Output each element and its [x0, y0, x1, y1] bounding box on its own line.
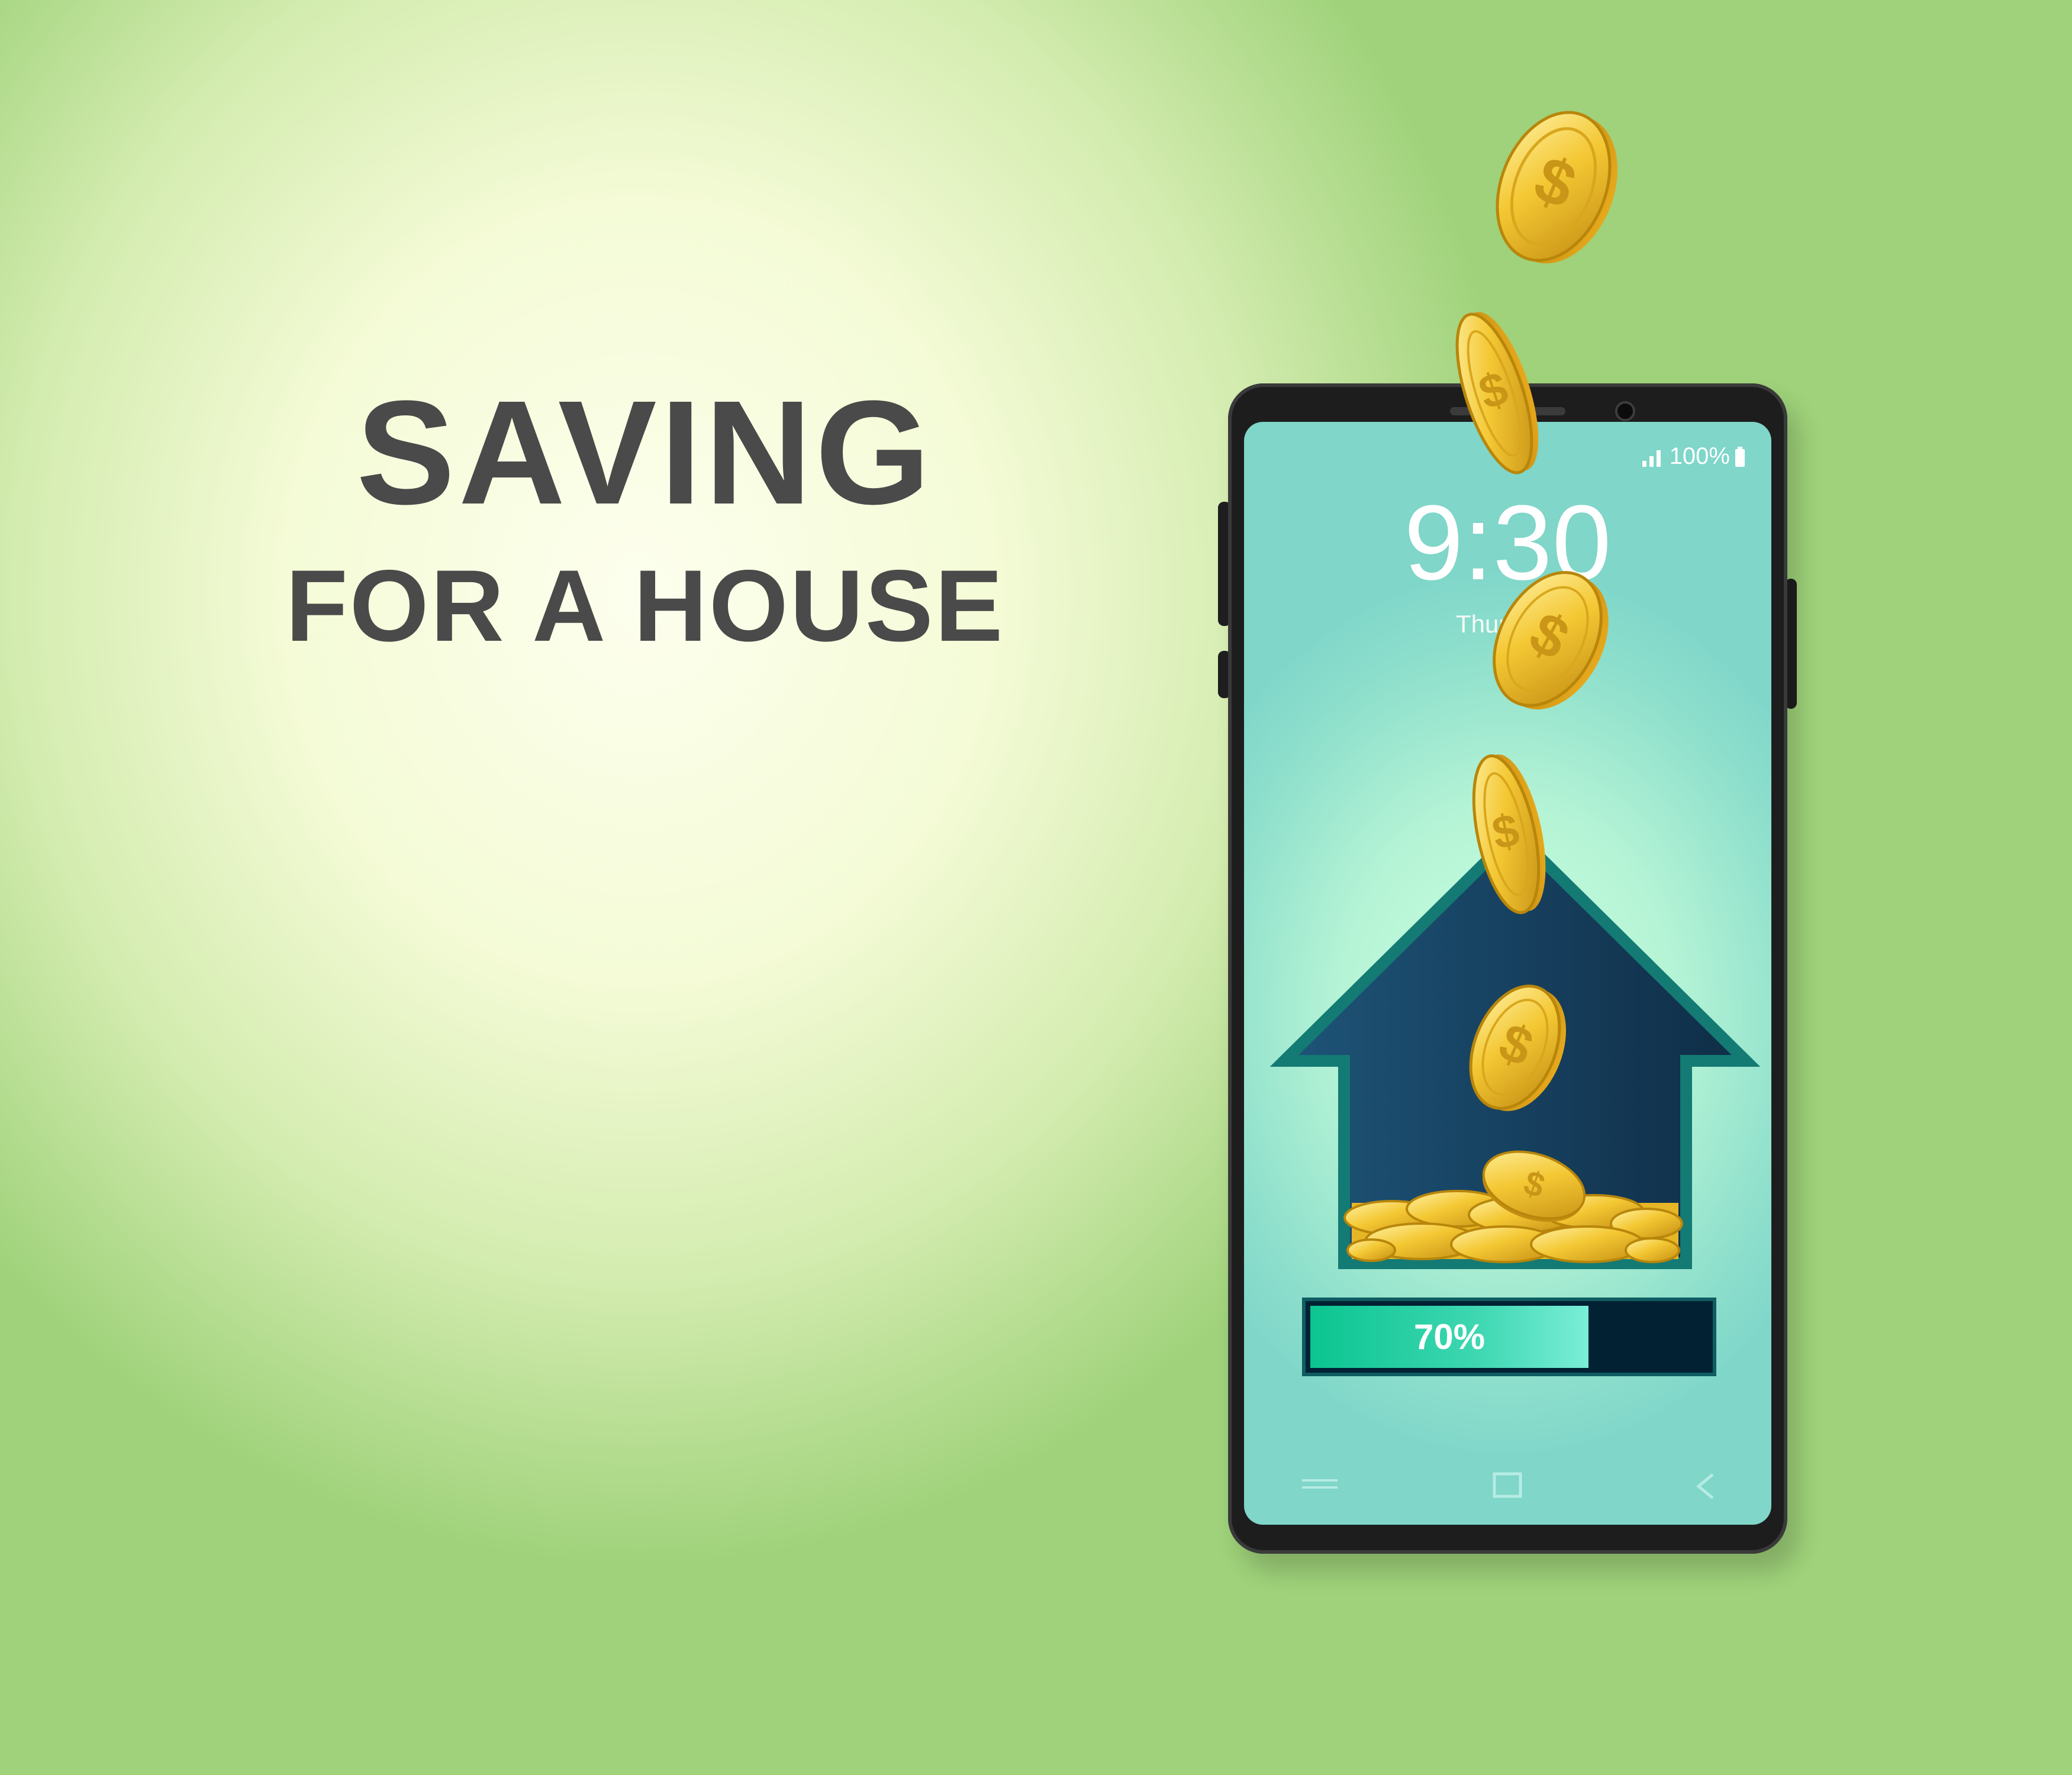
menu-icon[interactable] — [1302, 1472, 1338, 1496]
headline: SAVING FOR A HOUSE — [225, 379, 1065, 657]
savings-progress-bar: 70% — [1302, 1298, 1716, 1376]
dollar-coin-icon: $ — [1455, 312, 1539, 475]
dollar-coin-icon: $ — [1493, 571, 1609, 709]
nav-bar — [1244, 1466, 1771, 1502]
dollar-coin-icon: $ — [1469, 985, 1567, 1111]
back-icon[interactable] — [1694, 1472, 1717, 1500]
headline-subtitle: FOR A HOUSE — [285, 549, 1005, 663]
dollar-coin-icon: $ — [1496, 111, 1618, 264]
headline-title: SAVING — [356, 370, 934, 535]
dollar-coin-icon: $ — [1472, 754, 1546, 914]
camera-icon — [1615, 401, 1635, 421]
home-square-icon[interactable] — [1493, 1472, 1522, 1498]
progress-label: 70% — [1413, 1317, 1485, 1357]
